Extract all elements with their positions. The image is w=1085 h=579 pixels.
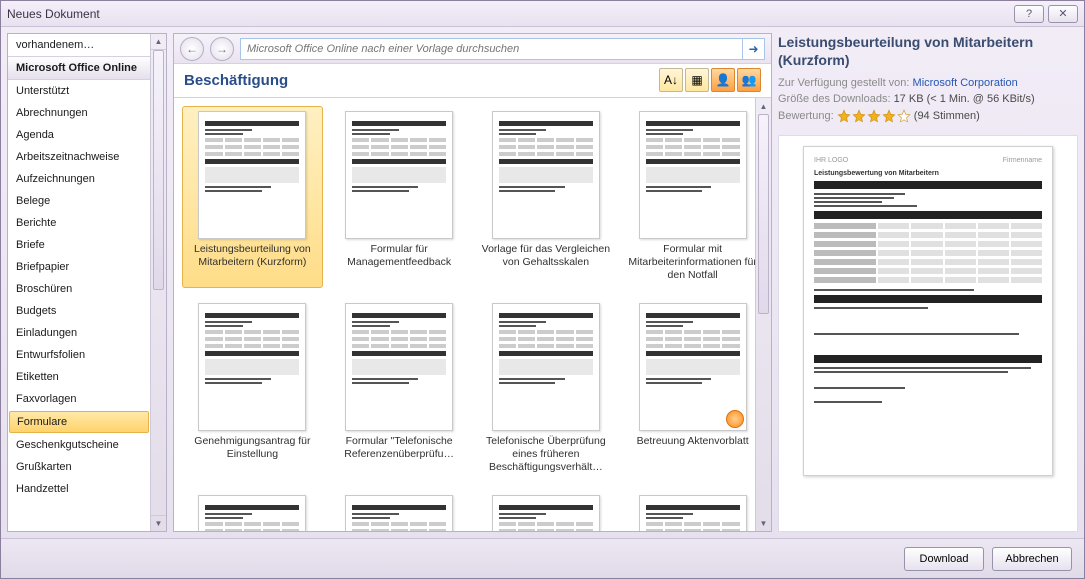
user-icon: 👤 xyxy=(716,73,731,87)
template-label: Formular mit Mitarbeiterinformationen fü… xyxy=(628,243,758,283)
template-item[interactable] xyxy=(622,490,763,531)
category-header: Beschäftigung A↓ ▦ 👤 👥 xyxy=(174,64,771,98)
details-pane: Leistungsbeurteilung von Mitarbeitern (K… xyxy=(778,33,1078,532)
sidebar-item[interactable]: Formulare xyxy=(9,411,149,433)
window-title: Neues Dokument xyxy=(7,7,100,21)
sidebar-item[interactable]: Berichte xyxy=(8,212,150,234)
template-item[interactable]: Betreuung Aktenvorblatt xyxy=(622,298,763,480)
sort-az-icon: A↓ xyxy=(664,73,678,87)
template-label: Betreuung Aktenvorblatt xyxy=(637,435,749,475)
template-item[interactable]: Leistungsbeurteilung von Mitarbeitern (K… xyxy=(182,106,323,288)
star-icon xyxy=(882,109,896,123)
search-go-button[interactable]: ➜ xyxy=(742,39,764,59)
sidebar-item[interactable]: Budgets xyxy=(8,300,150,322)
back-button[interactable]: ← xyxy=(180,37,204,61)
sidebar-item[interactable]: Microsoft Office Online xyxy=(8,56,150,80)
view-button[interactable]: ▦ xyxy=(685,68,709,92)
preview-document: IHR LOGOFirmenname Leistungsbewertung vo… xyxy=(803,146,1053,476)
sidebar-item[interactable]: Broschüren xyxy=(8,278,150,300)
scroll-up-icon[interactable]: ▲ xyxy=(151,34,166,50)
sidebar-item[interactable]: vorhandenem… xyxy=(8,34,150,56)
sidebar-item[interactable]: Geschenkgutscheine xyxy=(8,434,150,456)
close-button[interactable]: ✕ xyxy=(1048,5,1078,23)
template-title: Leistungsbeurteilung von Mitarbeitern (K… xyxy=(778,33,1078,69)
user-filter-2-button[interactable]: 👥 xyxy=(737,68,761,92)
scroll-thumb[interactable] xyxy=(758,114,769,314)
template-browser: ← → ➜ Beschäftigung A↓ ▦ 👤 👥 Leistungsbe… xyxy=(173,33,772,532)
sidebar-item[interactable]: Grußkarten xyxy=(8,456,150,478)
scroll-up-icon[interactable]: ▲ xyxy=(756,98,771,114)
sidebar-item[interactable]: Briefpapier xyxy=(8,256,150,278)
navbar: ← → ➜ xyxy=(174,34,771,64)
user-icon: 👥 xyxy=(742,73,757,87)
sidebar-item[interactable]: Unterstützt xyxy=(8,80,150,102)
template-item[interactable] xyxy=(476,490,617,531)
sidebar-scrollbar[interactable]: ▲ ▼ xyxy=(150,34,166,531)
sidebar-item[interactable]: Entwurfsfolien xyxy=(8,344,150,366)
template-item[interactable]: Formular für Managementfeedback xyxy=(329,106,470,288)
star-icon xyxy=(867,109,881,123)
dialog-footer: Download Abbrechen xyxy=(1,538,1084,578)
rating-row: Bewertung: (94 Stimmen) xyxy=(778,109,1078,123)
category-sidebar: vorhandenem…Microsoft Office OnlineUnter… xyxy=(7,33,167,532)
template-gallery: Leistungsbeurteilung von Mitarbeitern (K… xyxy=(174,98,771,531)
size-row: Größe des Downloads: 17 KB (< 1 Min. @ 5… xyxy=(778,93,1078,105)
star-icon xyxy=(897,109,911,123)
scroll-down-icon[interactable]: ▼ xyxy=(756,515,771,531)
rating-stars xyxy=(837,109,911,123)
sidebar-item[interactable]: Etiketten xyxy=(8,366,150,388)
gallery-scrollbar[interactable]: ▲ ▼ xyxy=(755,98,771,531)
star-icon xyxy=(837,109,851,123)
template-item[interactable]: Formular mit Mitarbeiterinformationen fü… xyxy=(622,106,763,288)
template-label: Genehmigungsantrag für Einstellung xyxy=(187,435,317,475)
grid-icon: ▦ xyxy=(691,73,702,87)
sidebar-item[interactable]: Briefe xyxy=(8,234,150,256)
sidebar-item[interactable]: Faxvorlagen xyxy=(8,388,150,410)
help-button[interactable]: ? xyxy=(1014,5,1044,23)
template-item[interactable]: Formular "Telefonische Referenzenüberprü… xyxy=(329,298,470,480)
sidebar-item[interactable]: Aufzeichnungen xyxy=(8,168,150,190)
sidebar-item[interactable]: Einladungen xyxy=(8,322,150,344)
new-document-dialog: Neues Dokument ? ✕ vorhandenem…Microsoft… xyxy=(0,0,1085,579)
sidebar-item[interactable]: Arbeitszeitnachweise xyxy=(8,146,150,168)
template-item[interactable]: Genehmigungsantrag für Einstellung xyxy=(182,298,323,480)
sidebar-item[interactable]: Belege xyxy=(8,190,150,212)
category-title: Beschäftigung xyxy=(184,72,288,89)
provider-link[interactable]: Microsoft Corporation xyxy=(913,77,1018,89)
sidebar-item[interactable]: Abrechnungen xyxy=(8,102,150,124)
template-item[interactable]: Vorlage für das Vergleichen von Gehaltss… xyxy=(476,106,617,288)
sort-button[interactable]: A↓ xyxy=(659,68,683,92)
template-label: Formular für Managementfeedback xyxy=(334,243,464,283)
titlebar: Neues Dokument ? ✕ xyxy=(1,1,1084,27)
sidebar-item[interactable]: Agenda xyxy=(8,124,150,146)
template-item[interactable] xyxy=(182,490,323,531)
search-field-wrap: ➜ xyxy=(240,38,765,60)
preview-box: IHR LOGOFirmenname Leistungsbewertung vo… xyxy=(778,135,1078,532)
template-label: Vorlage für das Vergleichen von Gehaltss… xyxy=(481,243,611,283)
star-icon xyxy=(852,109,866,123)
user-filter-1-button[interactable]: 👤 xyxy=(711,68,735,92)
download-button[interactable]: Download xyxy=(904,547,984,571)
sidebar-item[interactable]: Handzettel xyxy=(8,478,150,500)
user-badge-icon xyxy=(726,410,744,428)
provider-row: Zur Verfügung gestellt von: Microsoft Co… xyxy=(778,77,1078,89)
scroll-thumb[interactable] xyxy=(153,50,164,290)
template-label: Leistungsbeurteilung von Mitarbeitern (K… xyxy=(187,243,317,283)
template-item[interactable]: Telefonische Überprüfung eines früheren … xyxy=(476,298,617,480)
search-input[interactable] xyxy=(241,39,742,59)
template-label: Formular "Telefonische Referenzenüberprü… xyxy=(334,435,464,475)
cancel-button[interactable]: Abbrechen xyxy=(992,547,1072,571)
template-label: Telefonische Überprüfung eines früheren … xyxy=(481,435,611,475)
forward-button[interactable]: → xyxy=(210,37,234,61)
scroll-down-icon[interactable]: ▼ xyxy=(151,515,166,531)
template-item[interactable] xyxy=(329,490,470,531)
